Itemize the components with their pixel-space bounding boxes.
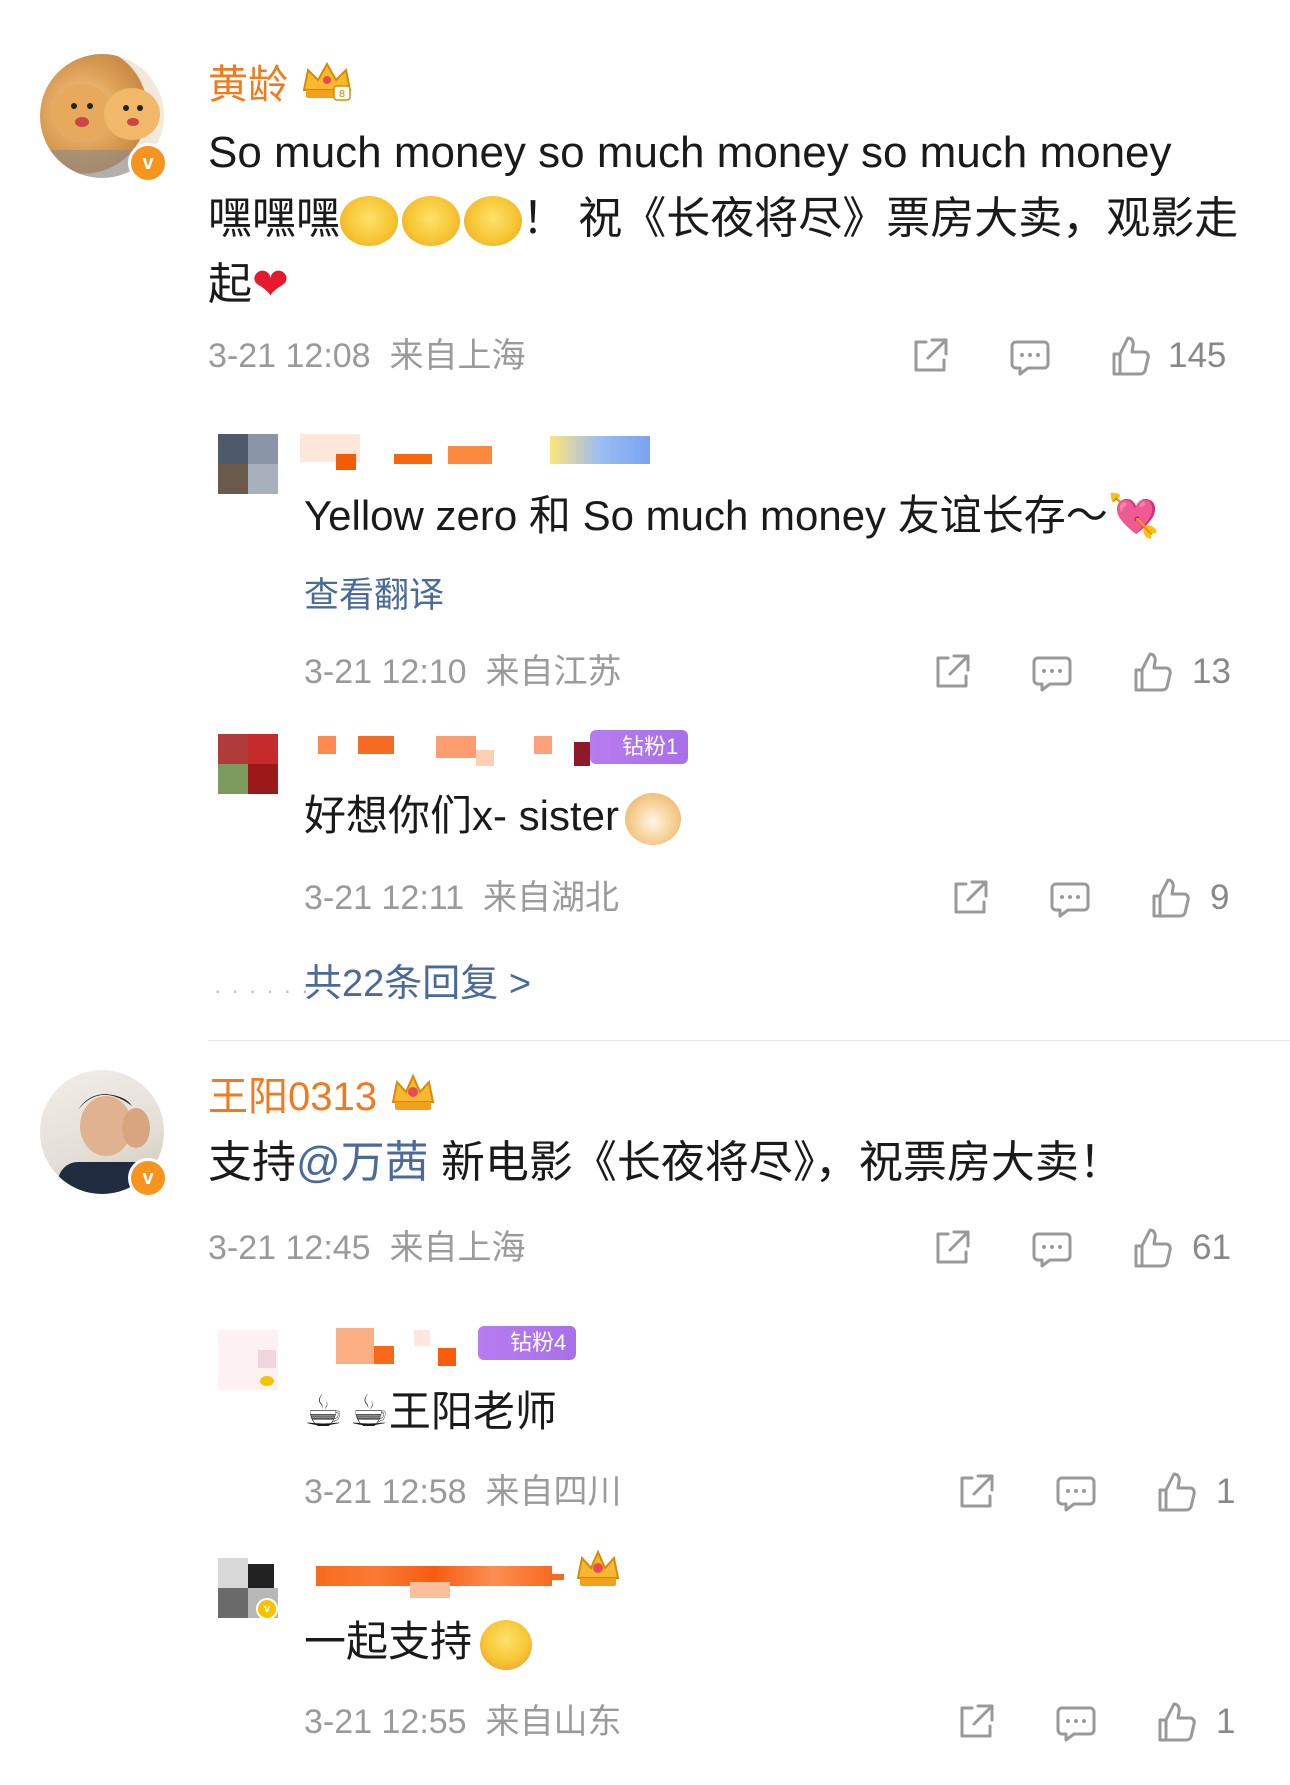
crown-icon (389, 1072, 437, 1126)
comment-text: 支持@万茜 新电影《长夜将尽》，祝票房大卖！ (208, 1130, 1268, 1196)
crown-icon (574, 1548, 622, 1595)
reply-actions: 9 (0, 876, 1290, 920)
verified-icon: v (128, 1158, 168, 1198)
reply-text-content: 好想你们x- sister (304, 792, 620, 839)
reply-text-content: Yellow zero 和 So much money 友谊长存～ (304, 492, 1108, 539)
verified-icon: v (256, 1598, 278, 1620)
reply-actions: 13 (0, 650, 1290, 694)
comment-actions: 61 (0, 1226, 1290, 1270)
dog-emoji-icon (625, 792, 682, 845)
reply-username-pixelated[interactable] (300, 434, 650, 470)
share-icon[interactable] (954, 1700, 998, 1744)
coffee-icon: ☕ (349, 1387, 389, 1436)
comment-line-2: 嘿嘿嘿 ！ 祝《长夜将尽》票房大卖，观影走 (208, 186, 1248, 252)
reply-avatar[interactable] (218, 1330, 278, 1390)
comment-divider (208, 1040, 1290, 1041)
reply-text: 好想你们x- sister (304, 786, 682, 846)
fox-emoji-icon (340, 196, 398, 247)
username[interactable]: 王阳0313 (208, 1072, 437, 1126)
fan-badge-label: 钻粉1 (622, 734, 679, 759)
dots-icon: · · · · · · (214, 978, 311, 1003)
reply-avatar[interactable] (218, 734, 278, 794)
reply-text: ☕ ☕王阳老师 (304, 1382, 557, 1442)
translate-link[interactable]: 查看翻译 (304, 574, 444, 618)
like-icon[interactable] (1130, 650, 1174, 694)
reply-actions: 1 (0, 1470, 1290, 1514)
coffee-icon: ☕ (304, 1387, 344, 1436)
fan-badge-label: 钻粉4 (510, 1330, 567, 1355)
like-count: 145 (1168, 336, 1227, 375)
crown-icon: 8 (300, 60, 354, 114)
like-count: 1 (1216, 1702, 1236, 1741)
like-icon[interactable] (1130, 1226, 1174, 1270)
share-icon[interactable] (930, 1226, 974, 1270)
fan-badge[interactable]: 钻粉4 (478, 1326, 577, 1360)
mention-link[interactable]: @万茜 (296, 1138, 429, 1187)
svg-text:8: 8 (339, 89, 345, 100)
fox-emoji-icon (464, 196, 522, 247)
reply-actions: 1 (0, 1700, 1290, 1744)
comment-line-1: So much money so much money so much mone… (208, 128, 1172, 177)
comment-icon[interactable] (1048, 876, 1092, 920)
comment-icon[interactable] (1030, 650, 1074, 694)
reply-username-pixelated[interactable] (300, 1328, 480, 1368)
comment-line-2-suffix: ！ 祝《长夜将尽》票房大卖，观影走 (522, 194, 1239, 243)
verified-icon: v (128, 143, 168, 183)
comment-icon[interactable] (1054, 1700, 1098, 1744)
like-icon[interactable] (1148, 876, 1192, 920)
heart-icon: ❤ (252, 260, 289, 309)
hug-emoji-icon (480, 1619, 533, 1670)
share-icon[interactable] (948, 876, 992, 920)
like-count: 9 (1210, 878, 1230, 917)
username-text[interactable]: 黄龄 (208, 63, 288, 107)
comment-text: So much money so much money so much mone… (208, 120, 1248, 318)
comment-icon[interactable] (1008, 334, 1052, 378)
like-count: 61 (1192, 1228, 1231, 1267)
share-icon[interactable] (908, 334, 952, 378)
like-icon[interactable] (1154, 1700, 1198, 1744)
like-count: 13 (1192, 652, 1231, 691)
share-icon[interactable] (930, 650, 974, 694)
like-icon[interactable] (1154, 1470, 1198, 1514)
reply-username-pixelated[interactable] (300, 734, 590, 770)
comment-text-suffix: 新电影《长夜将尽》，祝票房大卖！ (428, 1138, 1123, 1187)
fan-badge[interactable]: 钻粉1 (590, 730, 689, 764)
reply-text: Yellow zero 和 So much money 友谊长存～💘 (304, 486, 1160, 546)
comment-text-prefix: 支持 (208, 1138, 296, 1187)
username-text[interactable]: 王阳0313 (208, 1075, 377, 1119)
comment-actions: 145 (0, 334, 1290, 378)
fox-emoji-icon (402, 196, 460, 247)
like-icon[interactable] (1108, 334, 1152, 378)
comment-line-2-prefix: 嘿嘿嘿 (208, 194, 340, 243)
reply-text: 一起支持 (304, 1612, 533, 1672)
comment-line-3-text: 起 (208, 260, 252, 309)
more-replies-link[interactable]: 共22条回复 > (304, 960, 531, 1008)
comment-icon[interactable] (1030, 1226, 1074, 1270)
reply-avatar[interactable] (218, 434, 278, 494)
heart-arrow-icon: 💘 (1107, 492, 1161, 539)
reply-text-content: 一起支持 (304, 1618, 473, 1665)
username[interactable]: 黄龄 8 (208, 60, 354, 114)
like-count: 1 (1216, 1472, 1236, 1511)
comment-icon[interactable] (1054, 1470, 1098, 1514)
comment-line-3: 起❤ (208, 252, 1248, 318)
reply-username-pixelated[interactable] (300, 1558, 580, 1598)
reply-text-content: 王阳老师 (388, 1388, 557, 1435)
share-icon[interactable] (954, 1470, 998, 1514)
